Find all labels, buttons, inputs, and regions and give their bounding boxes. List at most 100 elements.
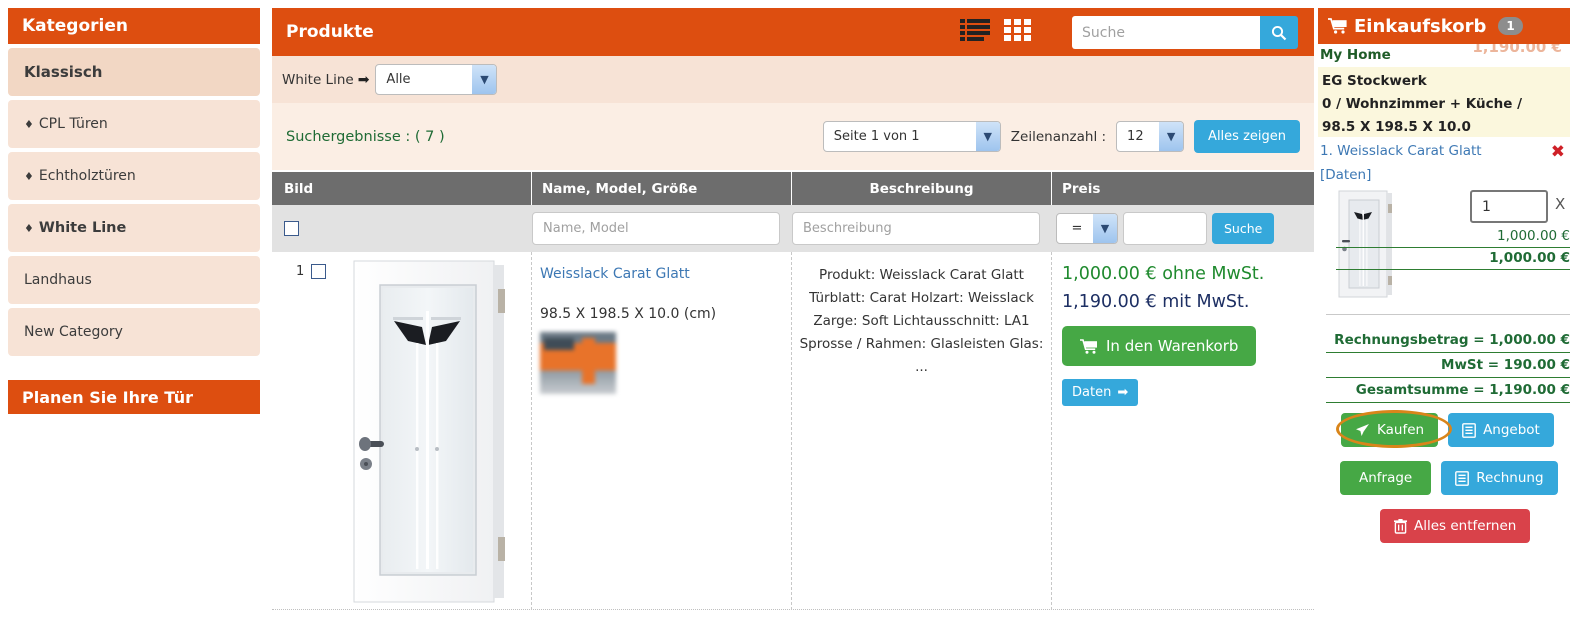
subcategory-select[interactable]: Alle [375,64,498,95]
add-to-cart-button[interactable]: In den Warenkorb [1062,326,1257,366]
price-net: 1,000.00 € ohne MwSt. [1062,264,1265,284]
subcategory-select-wrapper: Alle ▼ [375,64,498,95]
cart-item-line-total: 1,000.00 € [1336,250,1570,270]
cart-total-vat: MwSt = 190.00 € [1326,357,1570,378]
sidebar-item-cpl-tueren[interactable]: ♦ CPL Türen [8,100,260,148]
operator-select-wrapper: = ▼ [1056,213,1118,244]
inquiry-button[interactable]: Anfrage [1340,461,1432,495]
cart-title: Einkaufskorb [1354,15,1487,37]
sidebar-item-label: Echtholztüren [38,168,136,184]
invoice-button[interactable]: Rechnung [1441,461,1558,495]
document-icon [1455,470,1470,486]
cart-button-row-2: Anfrage Rechnung [1340,461,1558,495]
page-title: Produkte [286,22,374,42]
cell-image: 1 [272,252,532,610]
shopping-cart-icon [1328,18,1348,34]
category-filter-bar: White Line ➡ Alle ▼ [272,56,1314,103]
filter-category-label: White Line [282,71,354,88]
rows-select-wrapper: 12 ▼ [1116,121,1185,152]
cart-quantity-input[interactable]: 1 [1470,190,1548,223]
page-root: Kategorien Klassisch ♦ CPL Türen ♦ Echth… [0,0,1570,622]
row-index: 1 [296,264,305,279]
column-header-preis: Preis [1062,180,1101,197]
search-input[interactable] [1072,16,1260,49]
shopping-cart-panel: 1,190.00 € Einkaufskorb 1 My Home EG Sto… [1318,0,1570,622]
multiply-symbol: X [1555,195,1566,213]
sidebar-item-echtholztueren[interactable]: ♦ Echtholztüren [8,152,260,200]
sidebar-item-landhaus[interactable]: Landhaus [8,256,260,304]
sidebar-item-new-category[interactable]: New Category [8,308,260,356]
plan-your-door-header[interactable]: Planen Sie Ihre Tür [8,380,260,414]
sidebar-item-label: CPL Türen [38,116,108,132]
search-icon [1266,25,1292,41]
view-mode-toggle [960,18,1032,42]
description-filter-input[interactable] [792,212,1040,245]
sidebar-item-white-line[interactable]: ♦ White Line [8,204,260,252]
grid-view-icon[interactable] [1004,18,1032,42]
offer-label: Angebot [1483,422,1540,438]
arrow-right-icon: ➡ [357,71,370,88]
select-all-checkbox[interactable] [284,221,299,236]
table-header-row: Bild Name, Model, Größe Beschreibung Pre… [272,172,1314,205]
table-filter-row: = ▼ Suche [272,205,1314,252]
list-view-icon[interactable] [960,18,990,42]
sidebar-header: Kategorien [8,8,260,44]
remove-item-icon[interactable]: ✖ [1551,142,1565,162]
cart-button-row-3: Alles entfernen [1380,509,1531,543]
cart-item-unit-price: 1,000.00 € [1336,228,1570,248]
page-select-wrapper: Seite 1 von 1 ▼ [822,121,1001,152]
remove-all-label: Alles entfernen [1414,518,1517,534]
column-header-name: Name, Model, Größe [532,172,792,205]
data-button-label: Daten [1072,385,1112,400]
cart-item-data-link[interactable]: [Daten] [1320,167,1371,183]
document-icon [1462,422,1476,438]
cart-button-row-1: Kaufen Angebot [1341,413,1554,447]
product-data-button[interactable]: Daten ➡ [1062,379,1139,406]
diamond-bullet-icon: ♦ [24,117,34,131]
product-name-link[interactable]: Weisslack Carat Glatt [540,266,690,282]
diamond-bullet-icon: ♦ [24,169,34,183]
page-select[interactable]: Seite 1 von 1 [822,121,1001,152]
column-header-bild: Bild [272,172,532,205]
remove-all-button[interactable]: Alles entfernen [1380,509,1531,543]
cart-location-info: EG Stockwerk 0 / Wohnzimmer + Küche / 98… [1318,67,1570,137]
rows-per-page-select[interactable]: 12 [1116,121,1185,152]
sidebar-item-label: White Line [38,220,127,236]
inquiry-label: Anfrage [1359,470,1413,486]
sidebar-item-label: Klassisch [24,63,103,81]
cart-location-line: 0 / Wohnzimmer + Küche / [1322,96,1523,112]
shopping-cart-icon [1080,338,1098,354]
main-content: Produkte Suche White Line ➡ Alle ▼ Suche… [268,0,1318,622]
table-row: 1 Weisslack Carat Glatt 98.5 X 198.5 X 1… [272,252,1314,610]
search-button[interactable] [1260,16,1298,49]
brand-logo-thumbnail [540,332,616,394]
cart-item-count-badge: 1 [1498,17,1523,35]
row-checkbox[interactable] [311,264,327,279]
trash-icon [1394,518,1407,534]
description-line: ... [915,359,928,375]
buy-label: Kaufen [1377,422,1425,438]
price-operator-select[interactable]: = [1056,213,1118,244]
product-dimensions: 98.5 X 198.5 X 10.0 (cm) [540,306,717,322]
description-line: Sprosse / Rahmen: Glasleisten Glas: [799,336,1044,352]
product-door-image[interactable] [350,259,513,604]
search-box [1072,16,1298,49]
offer-button[interactable]: Angebot [1448,413,1554,447]
invoice-label: Rechnung [1476,470,1544,486]
sidebar-item-klassisch[interactable]: Klassisch [8,48,260,96]
cell-name: Weisslack Carat Glatt 98.5 X 198.5 X 10.… [532,252,792,610]
cart-item-title[interactable]: 1. Weisslack Carat Glatt [1320,143,1482,159]
buy-button[interactable]: Kaufen [1341,413,1439,447]
price-filter-input[interactable] [1123,212,1207,245]
cart-location-line: 98.5 X 198.5 X 10.0 [1322,119,1471,135]
price-search-button[interactable]: Suche [1212,213,1275,244]
column-header-beschreibung: Beschreibung [792,172,1052,205]
show-all-button[interactable]: Alles zeigen [1194,120,1300,153]
results-controls: Seite 1 von 1 ▼ Zeilenanzahl : 12 ▼ Alle… [822,120,1300,153]
sidebar-item-label: Landhaus [24,272,92,288]
cart-header: Einkaufskorb 1 [1318,8,1570,44]
results-bar: Suchergebnisse : ( 7 ) Seite 1 von 1 ▼ Z… [272,103,1314,170]
products-header-bar: Produkte [272,8,1314,56]
name-filter-input[interactable] [532,212,780,245]
price-gross: 1,190.00 € mit MwSt. [1062,292,1250,312]
